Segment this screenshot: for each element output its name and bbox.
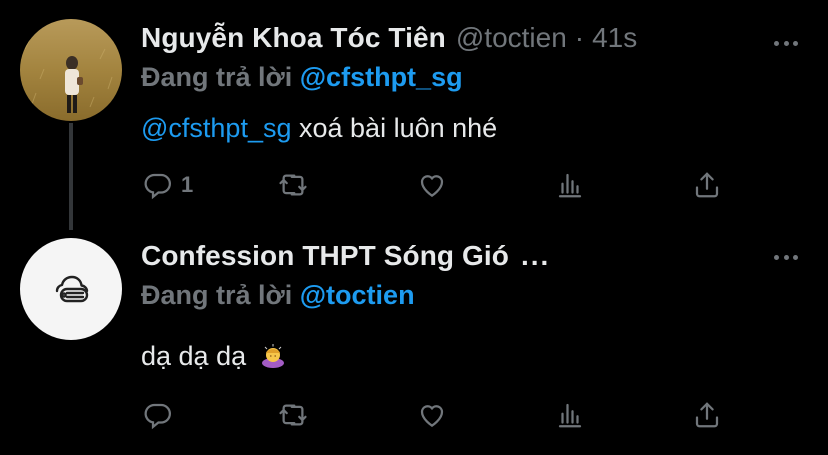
reply-icon [144,403,171,430]
like-button[interactable] [417,170,447,200]
like-button[interactable] [417,400,447,430]
replying-to-line: Đang trả lời @toctien [141,280,415,311]
tweet-text: @cfsthpt_sg xoá bài luôn nhé [141,113,497,144]
analytics-icon [558,403,582,428]
heart-icon [420,405,444,427]
action-bar [141,400,741,434]
more-icon[interactable] [774,245,798,269]
reply-button[interactable]: 1 [143,170,193,200]
replying-prefix: Đang trả lời [141,280,293,310]
avatar-photo [20,19,122,121]
retweet-icon [279,404,307,426]
avatar[interactable] [20,19,122,121]
timestamp[interactable]: 41s [592,22,637,54]
replying-prefix: Đang trả lời [141,62,293,92]
name-truncation: ... [520,240,551,271]
analytics-icon [558,173,582,198]
display-name[interactable]: Nguyễn Khoa Tóc Tiên [141,22,446,54]
tweet-header: Confession THPT Sóng Gió ... [141,240,804,272]
retweet-icon [279,174,307,196]
separator-dot: · [574,22,585,53]
share-icon [695,172,719,198]
tweet-text: dạ dạ dạ [141,341,286,372]
reply-icon [144,173,171,200]
cloud-logo-icon [55,275,89,303]
replying-to-line: Đang trả lời @cfsthpt_sg [141,62,463,93]
analytics-button[interactable] [555,400,585,430]
reply-button[interactable] [143,400,173,430]
body-mention[interactable]: @cfsthpt_sg [141,113,291,143]
retweet-button[interactable] [278,400,308,430]
share-button[interactable] [692,400,722,430]
user-handle[interactable]: @toctien [456,22,567,54]
replying-to-mention[interactable]: @toctien [300,280,415,310]
retweet-button[interactable] [278,170,308,200]
share-button[interactable] [692,170,722,200]
avatar[interactable] [20,238,122,340]
heart-icon [420,175,444,197]
tweet-1[interactable]: Nguyễn Khoa Tóc Tiên @toctien · 41s Đang… [0,0,828,230]
analytics-button[interactable] [555,170,585,200]
tweet-2[interactable]: Confession THPT Sóng Gió ... Đang trả lờ… [0,228,828,455]
tweet-header: Nguyễn Khoa Tóc Tiên @toctien · 41s [141,22,804,54]
share-icon [695,402,719,428]
action-bar: 1 [141,170,741,204]
reply-count: 1 [181,172,194,197]
display-name[interactable]: Confession THPT Sóng Gió [141,240,509,272]
body-text: xoá bài luôn nhé [299,113,498,143]
thread-connector-line [69,123,73,230]
more-icon[interactable] [774,31,798,55]
replying-to-mention[interactable]: @cfsthpt_sg [300,62,463,92]
body-text: dạ dạ dạ [141,341,247,371]
bowing-person-emoji-icon [261,344,284,368]
